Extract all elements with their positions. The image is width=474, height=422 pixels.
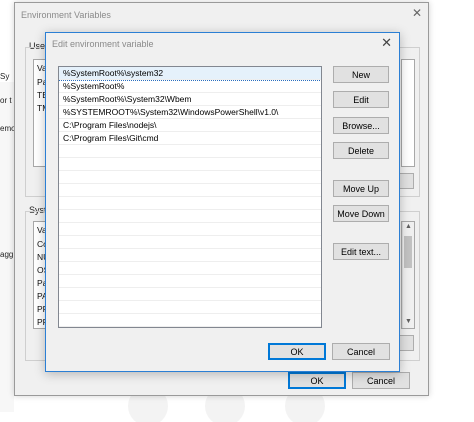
close-icon[interactable]: ✕ xyxy=(412,6,422,20)
empty-row xyxy=(59,236,321,249)
empty-row xyxy=(59,184,321,197)
empty-row xyxy=(59,223,321,236)
fragment-label: agg xyxy=(0,250,14,259)
user-variables-list-edge xyxy=(401,59,415,167)
path-item[interactable]: %SystemRoot%\system32 xyxy=(59,67,321,81)
empty-row xyxy=(59,249,321,262)
env-cancel-button[interactable]: Cancel xyxy=(352,372,410,389)
path-item[interactable]: C:\Program Files\Git\cmd xyxy=(59,132,321,145)
empty-row xyxy=(59,171,321,184)
empty-row xyxy=(59,275,321,288)
system-list-scrollbar-area: ▲ ▼ xyxy=(401,221,415,329)
empty-row xyxy=(59,288,321,301)
fragment-label: or t xyxy=(0,96,12,105)
browse-button[interactable]: Browse... xyxy=(333,117,389,134)
empty-row xyxy=(59,145,321,158)
empty-row xyxy=(59,301,321,314)
ok-button[interactable]: OK xyxy=(268,343,326,360)
scroll-down-icon[interactable]: ▼ xyxy=(405,318,412,325)
user-button-fragment[interactable] xyxy=(398,173,414,189)
empty-row xyxy=(59,210,321,223)
window-title: Environment Variables xyxy=(21,10,111,20)
edit-button[interactable]: Edit xyxy=(333,91,389,108)
edit-environment-variable-dialog: Edit environment variable ✕ %SystemRoot%… xyxy=(45,32,400,372)
edit-text-button[interactable]: Edit text... xyxy=(333,243,389,260)
empty-row xyxy=(59,158,321,171)
scrollbar-thumb[interactable] xyxy=(404,236,412,268)
path-item[interactable]: %SYSTEMROOT%\System32\WindowsPowerShell\… xyxy=(59,106,321,119)
scroll-up-icon[interactable]: ▲ xyxy=(405,223,412,230)
empty-row xyxy=(59,314,321,327)
system-button-fragment[interactable] xyxy=(398,335,414,351)
fragment-label: Sy xyxy=(0,72,10,81)
empty-row xyxy=(59,197,321,210)
close-icon[interactable]: ✕ xyxy=(381,35,392,51)
dialog-title: Edit environment variable xyxy=(52,39,154,49)
path-item[interactable]: %SystemRoot%\System32\Wbem xyxy=(59,93,321,106)
empty-row xyxy=(59,262,321,275)
env-ok-button[interactable]: OK xyxy=(288,372,346,389)
cancel-button[interactable]: Cancel xyxy=(332,343,390,360)
move-down-button[interactable]: Move Down xyxy=(333,205,389,222)
path-item[interactable]: %SystemRoot% xyxy=(59,80,321,93)
path-list[interactable]: %SystemRoot%\system32 %SystemRoot% %Syst… xyxy=(58,66,322,328)
new-button[interactable]: New xyxy=(333,66,389,83)
left-window-fragment: Sy or t emor agg xyxy=(0,72,18,412)
move-up-button[interactable]: Move Up xyxy=(333,180,389,197)
path-item[interactable]: C:\Program Files\nodejs\ xyxy=(59,119,321,132)
delete-button[interactable]: Delete xyxy=(333,142,389,159)
